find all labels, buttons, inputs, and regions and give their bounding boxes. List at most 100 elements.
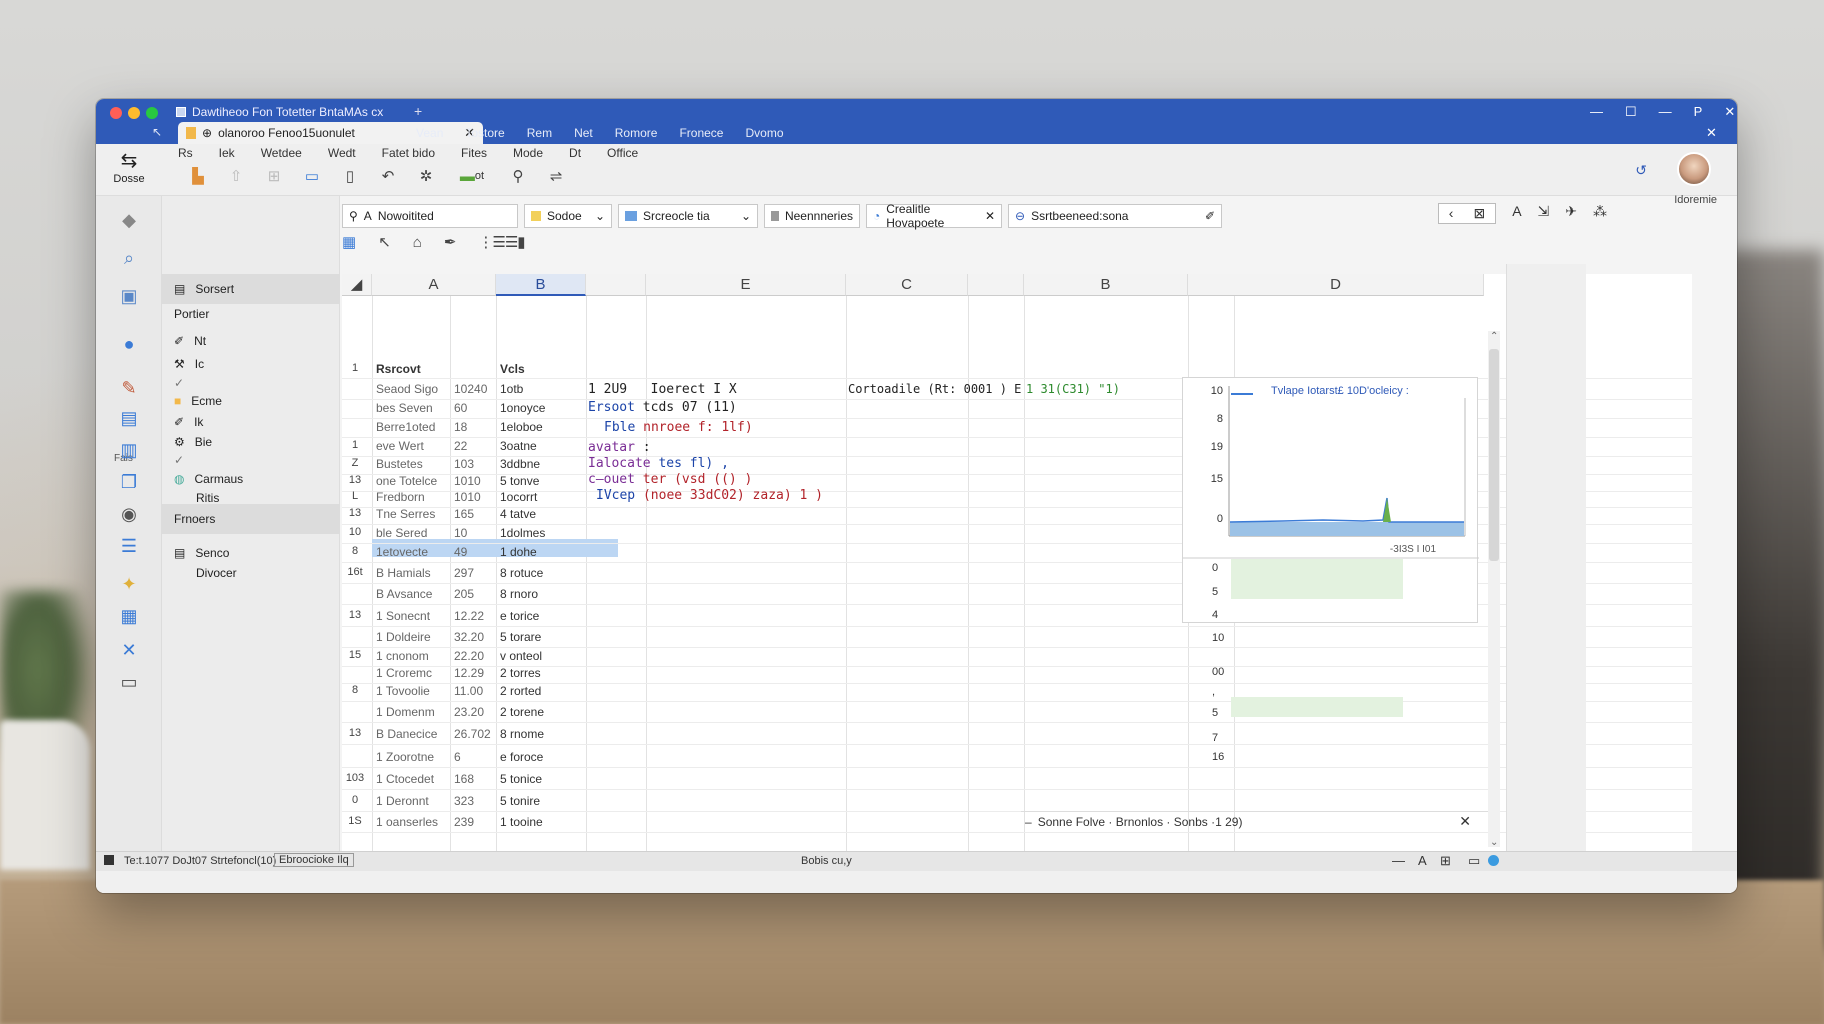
brush-icon[interactable]: ✎ xyxy=(116,378,142,400)
help-icon[interactable]: ↺ xyxy=(1635,162,1647,179)
ribbon-menu-item[interactable]: Wetdee xyxy=(261,146,302,160)
search-input[interactable]: ⚲ A Nowoitited xyxy=(342,204,518,228)
value-cell[interactable]: 1010 xyxy=(454,474,481,488)
b-cell[interactable]: 5 tonice xyxy=(500,772,542,786)
b-cell[interactable]: e foroce xyxy=(500,750,543,764)
top-menu-item[interactable]: Net xyxy=(574,126,593,140)
name-cell[interactable]: 1 Croremc xyxy=(376,666,432,680)
formula-cell-c[interactable]: Cortoadile (Rt: 0001 ) E xyxy=(848,382,1021,396)
shape-icon[interactable]: ⌂ xyxy=(413,234,422,251)
top-menu-item[interactable]: Rem xyxy=(527,126,552,140)
value-cell[interactable]: 323 xyxy=(454,794,474,808)
settings-icon[interactable]: ⁂ xyxy=(1593,203,1607,224)
plugin-icon[interactable]: ✦ xyxy=(116,574,142,596)
top-menu-item[interactable]: Dvomo xyxy=(745,126,783,140)
name-cell[interactable]: Berre1oted xyxy=(376,420,435,434)
value-cell[interactable]: 60 xyxy=(454,401,467,415)
ribbon-menu-item[interactable]: Wedt xyxy=(328,146,356,160)
row-number[interactable]: 1 xyxy=(342,362,368,374)
ribbon-menu-item[interactable]: Dt xyxy=(569,146,581,160)
close-doc-icon[interactable]: ✕ xyxy=(1706,125,1717,141)
b-cell[interactable]: v onteol xyxy=(500,649,542,663)
ribbon-menu-item[interactable]: Fatet bido xyxy=(382,146,435,160)
name-cell[interactable]: 1etovecte xyxy=(376,545,428,559)
chart-icon[interactable]: ▥ xyxy=(116,440,142,462)
ribbon-menu-item[interactable]: Mode xyxy=(513,146,543,160)
value-cell[interactable]: 10240 xyxy=(454,382,487,396)
name-cell[interactable]: B Avsance xyxy=(376,587,432,601)
name-cell[interactable]: eve Wert xyxy=(376,439,424,453)
page-icon[interactable]: ▯ xyxy=(338,166,362,186)
name-cell[interactable]: Fredborn xyxy=(376,490,425,504)
name-cell[interactable]: 1 oanserles xyxy=(376,815,438,829)
b-cell[interactable]: 1ocorrt xyxy=(500,490,537,504)
code-cell[interactable]: 1 2U9 Ioerect I X xyxy=(588,382,737,397)
value-cell[interactable]: 18 xyxy=(454,420,467,434)
b-cell[interactable]: 8 rnome xyxy=(500,727,544,741)
clear-icon[interactable]: ✕ xyxy=(985,209,995,223)
top-menu-item[interactable]: Fronece xyxy=(679,126,723,140)
folder-icon[interactable]: ▭ xyxy=(300,166,324,186)
b-cell[interactable]: 1onoyce xyxy=(500,401,545,415)
row-number[interactable]: 0 xyxy=(342,794,368,806)
value-cell[interactable]: 12.29 xyxy=(454,666,484,680)
value-cell[interactable]: 6 xyxy=(454,750,461,764)
b-cell[interactable]: 1 tooine xyxy=(500,815,543,829)
value-cell[interactable]: 239 xyxy=(454,815,474,829)
row-number[interactable]: 13 xyxy=(342,474,368,486)
b-cell[interactable]: 1otb xyxy=(500,382,523,396)
scrollbar-thumb[interactable] xyxy=(1489,349,1499,561)
column-header[interactable]: D xyxy=(1188,274,1484,296)
style-select[interactable]: Srcreocle tia ⌄ xyxy=(618,204,758,228)
nav-item[interactable]: ■ Ecme xyxy=(174,394,222,408)
nav-item[interactable]: Ritis xyxy=(196,491,219,505)
nav-header[interactable]: ▤ Sorsert xyxy=(162,274,340,304)
b-cell[interactable]: 8 rotuce xyxy=(500,566,543,580)
code-cell[interactable]: Ersoot tcds 07 (11) xyxy=(588,400,737,415)
header-cell[interactable]: Vcls xyxy=(500,362,525,376)
book-icon[interactable]: ◆ xyxy=(116,210,142,232)
back-button[interactable]: ⇆ Dosse xyxy=(104,148,154,185)
b-cell[interactable]: 3oatne xyxy=(500,439,537,453)
new-tab-button[interactable]: + xyxy=(414,103,422,119)
font-select[interactable]: Sodoe ⌄ xyxy=(524,204,612,228)
row-number[interactable]: 1S xyxy=(342,815,368,827)
column-header[interactable] xyxy=(586,274,646,296)
arrow-up-icon[interactable]: ⇧ xyxy=(224,166,248,186)
value-cell[interactable]: 49 xyxy=(454,545,467,559)
undo-icon[interactable]: ↶ xyxy=(376,166,400,186)
scroll-up-icon[interactable]: ⌃ xyxy=(1490,331,1498,342)
column-header[interactable]: C xyxy=(846,274,968,296)
page-view-icon[interactable]: ▭ xyxy=(1468,853,1480,869)
ribbon-menu-item[interactable]: Iek xyxy=(219,146,235,160)
grid-icon[interactable]: ⊞ xyxy=(262,166,286,186)
value-cell[interactable]: 205 xyxy=(454,587,474,601)
printer-icon[interactable]: ▭ xyxy=(116,672,142,694)
column-header[interactable]: B xyxy=(1024,274,1188,296)
collapse-icon[interactable]: ↖ xyxy=(152,125,162,139)
name-cell[interactable]: 1 Deronnt xyxy=(376,794,429,808)
formula-cell-b[interactable]: 1 31(C31) "1) xyxy=(1026,382,1120,396)
bug-icon[interactable]: ✲ xyxy=(414,166,438,186)
list-icon[interactable]: ☰ xyxy=(116,536,142,558)
value-cell[interactable]: 22.20 xyxy=(454,649,484,663)
ribbon-menu-item[interactable]: Office xyxy=(607,146,638,160)
sort-icon[interactable]: ⇌ xyxy=(544,166,568,186)
value-cell[interactable]: 23.20 xyxy=(454,705,484,719)
restore-button[interactable]: — xyxy=(1659,104,1672,120)
code-cell[interactable]: avatar : xyxy=(588,440,651,455)
name-cell[interactable]: one Totelce xyxy=(376,474,437,488)
row-number[interactable]: 13 xyxy=(342,727,368,739)
name-cell[interactable]: ble Sered xyxy=(376,526,427,540)
fill-icon[interactable]: ▬ ot xyxy=(452,166,492,186)
close-button[interactable]: ✕ xyxy=(1724,104,1735,120)
export-icon[interactable]: ⇲ xyxy=(1538,203,1550,224)
b-cell[interactable]: 2 torene xyxy=(500,705,544,719)
value-cell[interactable]: 168 xyxy=(454,772,474,786)
name-cell[interactable]: 1 Doldeire xyxy=(376,630,431,644)
nav-item[interactable]: ⚙ Bie xyxy=(174,435,212,449)
column-header[interactable]: E xyxy=(646,274,846,296)
top-menu-item[interactable]: Tostore xyxy=(465,126,504,140)
value-cell[interactable]: 11.00 xyxy=(454,684,483,698)
value-cell[interactable]: 10 xyxy=(454,526,467,540)
